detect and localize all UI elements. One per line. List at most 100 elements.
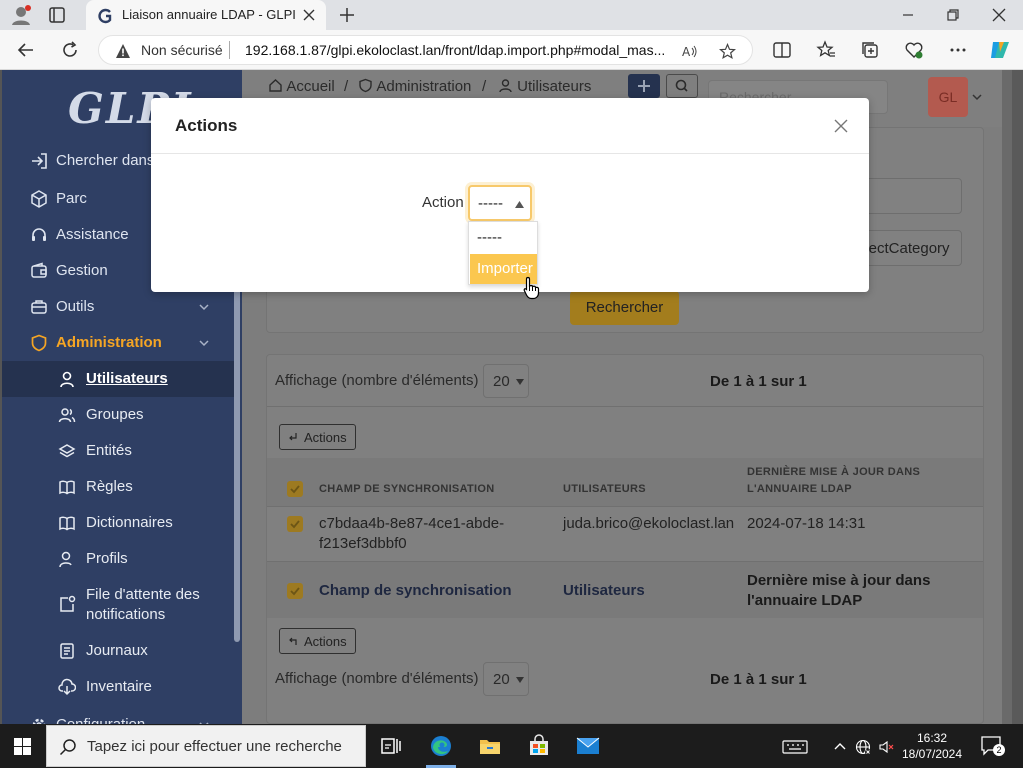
close-window-icon[interactable] <box>991 7 1007 23</box>
back-icon[interactable] <box>16 40 36 60</box>
sidebar-subitem-dictionnaires[interactable]: Dictionnaires <box>2 505 234 541</box>
table-cell-user: juda.brico@ekoloclast.lan <box>563 515 735 532</box>
keyboard-icon[interactable] <box>782 739 808 755</box>
pagination-info: De 1 à 1 sur 1 <box>710 373 807 390</box>
display-count-select[interactable]: 20 <box>483 364 529 398</box>
cloud-download-icon <box>58 678 76 696</box>
favorites-icon[interactable] <box>816 40 836 60</box>
display-count-select-bottom[interactable]: 20 <box>483 662 529 696</box>
breadcrumb-administration[interactable]: Administration <box>358 78 471 95</box>
security-status[interactable]: Non sécurisé <box>141 42 223 58</box>
breadcrumb-home[interactable]: Accueil <box>268 78 335 95</box>
sidebar-subitem-utilisateurs[interactable]: Utilisateurs <box>2 361 234 397</box>
network-icon[interactable] <box>855 739 871 755</box>
filter-field[interactable] <box>862 178 962 214</box>
sidebar-subitem-notifications-queue[interactable]: File d'attente des notifications <box>2 577 234 633</box>
actions-button-label: Actions <box>304 634 347 649</box>
sidebar-item-label: File d'attente des notifications <box>86 586 200 623</box>
row-checkbox[interactable] <box>287 516 303 532</box>
sidebar-subitem-profils[interactable]: Profils <box>2 541 234 577</box>
page-scrollbar-track[interactable] <box>1002 70 1012 724</box>
breadcrumb-utilisateurs[interactable]: Utilisateurs <box>498 78 591 95</box>
reload-icon[interactable] <box>60 40 80 60</box>
taskbar-search-placeholder: Tapez ici pour effectuer une recherche <box>87 738 342 755</box>
profile-icon[interactable] <box>10 4 32 26</box>
notification-center-icon[interactable]: 2 <box>980 735 1005 757</box>
column-footer[interactable]: Champ de synchronisation <box>319 581 512 601</box>
book-icon <box>58 478 76 496</box>
close-tab-icon[interactable] <box>302 8 316 22</box>
browser-essentials-icon[interactable] <box>904 40 924 60</box>
edge-browser-icon[interactable] <box>429 734 453 758</box>
chevron-down-icon[interactable] <box>972 92 982 102</box>
url-text[interactable]: 192.168.1.87/glpi.ekoloclast.lan/front/l… <box>245 42 675 58</box>
windows-start-icon[interactable] <box>14 738 31 755</box>
windows-taskbar: Tapez ici pour effectuer une recherche 1… <box>0 724 1023 768</box>
warning-icon[interactable] <box>115 43 131 59</box>
layers-icon <box>58 442 76 460</box>
action-select[interactable]: ----- <box>468 185 532 221</box>
minimize-icon[interactable] <box>900 7 916 23</box>
read-aloud-icon[interactable]: A <box>681 43 698 60</box>
store-icon[interactable] <box>527 734 551 758</box>
select-all-checkbox-footer[interactable] <box>287 583 303 599</box>
new-tab-icon[interactable] <box>338 6 356 24</box>
tab-actions-icon[interactable] <box>48 6 66 24</box>
sidebar-subitem-regles[interactable]: Règles <box>2 469 234 505</box>
column-footer[interactable]: Utilisateurs <box>563 581 645 601</box>
avatar[interactable]: GL <box>928 77 968 117</box>
sidebar-item-administration[interactable]: Administration <box>2 325 234 361</box>
tab-title: Liaison annuaire LDAP - GLPI <box>122 7 296 22</box>
taskbar-search-input[interactable]: Tapez ici pour effectuer une recherche <box>46 725 366 767</box>
mail-icon[interactable] <box>576 734 600 758</box>
favorite-star-icon[interactable] <box>719 43 736 60</box>
sidebar-item-label: Profils <box>86 550 128 567</box>
column-header[interactable]: UTILISATEURS <box>563 481 646 498</box>
sidebar-subitem-entites[interactable]: Entités <box>2 433 234 469</box>
wallet-icon <box>30 262 48 280</box>
home-icon <box>269 79 282 92</box>
browser-toolbar: Non sécurisé 192.168.1.87/glpi.ekoloclas… <box>0 30 1023 70</box>
action-option-none[interactable]: ----- <box>470 223 537 253</box>
sidebar-item-label: Configuration <box>56 716 145 724</box>
sidebar-subitem-journaux[interactable]: Journaux <box>2 633 234 669</box>
add-button[interactable] <box>628 74 660 98</box>
address-bar[interactable]: Non sécurisé 192.168.1.87/glpi.ekoloclas… <box>98 35 753 65</box>
clock-date: 18/07/2024 <box>901 747 963 761</box>
breadcrumb-label: Accueil <box>286 78 335 95</box>
chevron-up-icon[interactable] <box>832 739 848 755</box>
search-icon <box>675 79 688 92</box>
file-explorer-icon[interactable] <box>478 734 502 758</box>
sidebar-subitem-inventaire[interactable]: Inventaire <box>2 669 234 705</box>
notification-count: 2 <box>993 744 1005 756</box>
sidebar-item-configuration[interactable]: Configuration <box>2 707 234 724</box>
actions-button-top[interactable]: Actions <box>279 424 356 450</box>
collections-icon[interactable] <box>860 40 880 60</box>
sidebar-item-outils[interactable]: Outils <box>2 289 234 325</box>
volume-muted-icon[interactable] <box>878 739 894 755</box>
sidebar-subitem-groupes[interactable]: Groupes <box>2 397 234 433</box>
column-footer[interactable]: Dernière mise à jour dans l'annuaire LDA… <box>747 571 947 611</box>
window-edge <box>1012 70 1023 724</box>
taskbar-clock[interactable]: 16:32 18/07/2024 <box>900 730 964 762</box>
select-all-checkbox[interactable] <box>287 481 303 497</box>
sidebar-item-label: Outils <box>56 298 95 315</box>
search-toggle-button[interactable] <box>666 74 698 98</box>
turn-down-icon <box>289 433 297 441</box>
browser-tab[interactable]: Liaison annuaire LDAP - GLPI <box>86 0 326 30</box>
split-screen-icon[interactable] <box>772 40 792 60</box>
actions-button-bottom[interactable]: Actions <box>279 628 356 654</box>
headset-icon <box>30 226 48 244</box>
task-view-icon[interactable] <box>379 734 403 758</box>
divider <box>267 506 983 507</box>
divider <box>267 406 983 407</box>
column-header[interactable]: DERNIÈRE MISE À JOUR DANS L'ANNUAIRE LDA… <box>747 464 927 498</box>
column-header[interactable]: CHAMP DE SYNCHRONISATION <box>319 481 494 498</box>
clock-time: 16:32 <box>916 731 948 745</box>
plus-icon <box>638 80 650 92</box>
close-icon[interactable] <box>833 118 849 134</box>
restore-icon[interactable] <box>945 7 961 23</box>
more-menu-icon[interactable] <box>948 40 968 60</box>
search-submit-button[interactable]: Rechercher <box>570 291 679 325</box>
copilot-icon[interactable] <box>988 38 1012 62</box>
